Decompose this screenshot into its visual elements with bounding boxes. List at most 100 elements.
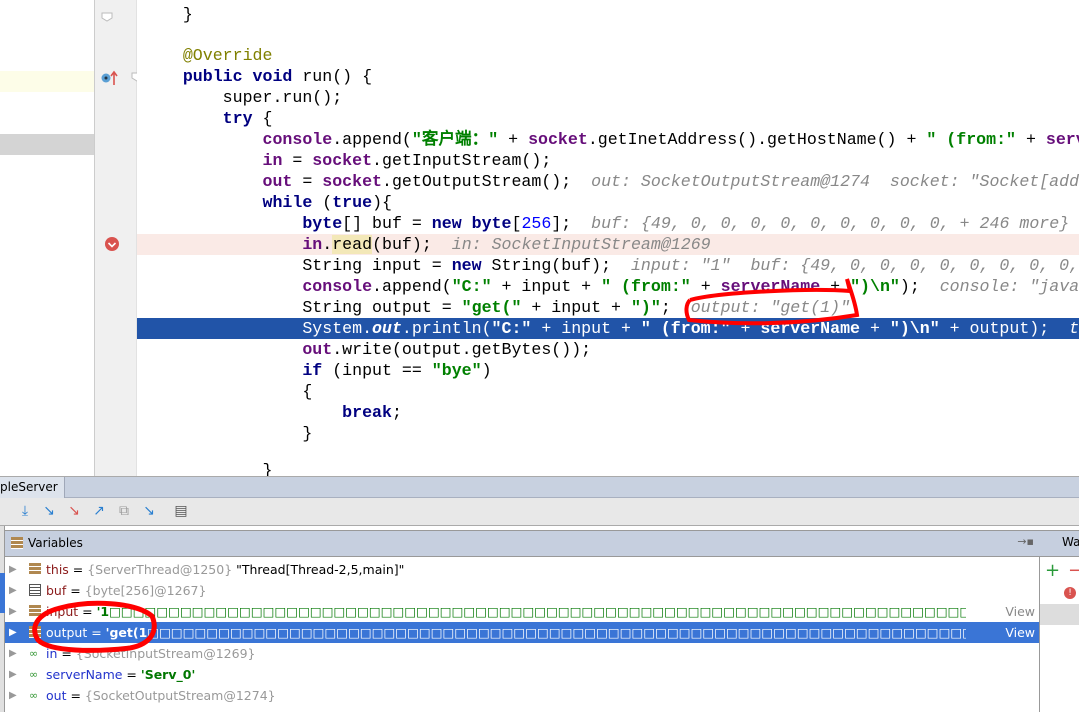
code-line[interactable]: out = socket.getOutputStream(); out: Soc…	[137, 171, 1079, 192]
fold-icon[interactable]	[101, 12, 113, 22]
error-icon: !	[1064, 587, 1076, 599]
code-line[interactable]: {	[137, 381, 1079, 402]
editor-gutter[interactable]	[95, 0, 143, 476]
drop-frame-icon[interactable]: ⧉	[115, 502, 133, 520]
code-line[interactable]: if (input == "bye")	[137, 360, 1079, 381]
code-token: serverName	[760, 319, 861, 338]
variable-value: "Thread[Thread-2,5,main]"	[232, 562, 405, 577]
code-token: out	[262, 172, 293, 191]
variable-row-this[interactable]: ▶ this = {ServerThread@1250} "Thread[Thre…	[5, 559, 1039, 580]
code-line[interactable]: }	[137, 423, 1079, 444]
inline-debug-value: out: SocketOutputStream@1274 socket: "So…	[591, 172, 1079, 191]
variables-list[interactable]: ▶ this = {ServerThread@1250} "Thread[Thre…	[5, 557, 1040, 712]
code-token: .println(	[401, 319, 492, 338]
field-icon	[29, 626, 41, 638]
evaluate-expression-icon[interactable]: ▤	[172, 502, 190, 520]
code-token: .append(	[332, 130, 412, 149]
expand-arrow-icon[interactable]: ▶	[9, 622, 17, 643]
step-into-icon[interactable]: ↘	[40, 502, 58, 520]
variable-row-in[interactable]: ▶ ∞ in = {SocketInputStream@1269}	[5, 643, 1039, 664]
code-token: ];	[551, 214, 592, 233]
code-token: while	[262, 193, 323, 212]
code-token: " (from:"	[926, 130, 1017, 149]
code-line[interactable]: console.append("C:" + input + " (from:" …	[137, 276, 1079, 297]
code-token: .run();	[272, 88, 343, 107]
code-line[interactable]: in = socket.getInputStream();	[137, 150, 1079, 171]
code-line[interactable]: }	[137, 460, 1079, 476]
inline-debug-value: output: "get(1)"	[690, 298, 851, 317]
code-token: serverName	[1045, 130, 1079, 149]
expand-arrow-icon[interactable]: ▶	[9, 580, 17, 601]
code-line[interactable]: public void run() {	[137, 66, 1079, 87]
variable-row-output[interactable]: ▶ output = 'get(1□□□□□□□□□□□□□□□□□□□□□□□□…	[5, 622, 1039, 643]
code-token: in	[302, 235, 323, 254]
project-tree[interactable]	[0, 0, 95, 476]
breakpoint-line[interactable]: in.read(buf); in: SocketInputStream@1269	[137, 234, 1079, 255]
code-token: (buf);	[372, 235, 452, 254]
variables-header: Variables →▪	[5, 530, 1040, 557]
code-token: " (from:"	[640, 319, 731, 338]
expand-arrow-icon[interactable]: ▶	[9, 601, 17, 622]
run-to-cursor-icon[interactable]: ↘	[140, 502, 158, 520]
code-token: + input +	[521, 298, 631, 317]
variable-row-out[interactable]: ▶ ∞ out = {SocketOutputStream@1274}	[5, 685, 1039, 706]
variable-reference: {ServerThread@1250}	[87, 562, 233, 577]
tree-row-highlight[interactable]	[0, 71, 94, 92]
expand-arrow-icon[interactable]: ▶	[9, 643, 17, 664]
debug-session-tab[interactable]: pleServer	[0, 477, 65, 498]
code-line[interactable]: byte[] buf = new byte[256]; buf: {49, 0,…	[137, 213, 1079, 234]
variable-value: 'Serv_0'	[140, 667, 196, 682]
code-line[interactable]: console.append("客户端：" + socket.getInetAd…	[137, 129, 1079, 150]
code-line[interactable]: break;	[137, 402, 1079, 423]
watch-variable-icon: ∞	[29, 647, 39, 660]
code-line[interactable]: String output = "get(" + input + ")"; ou…	[137, 297, 1079, 318]
debug-tab-bar: pleServer	[0, 476, 1079, 498]
code-line[interactable]: }	[137, 4, 1079, 25]
code-line[interactable]: @Override	[137, 45, 1079, 66]
code-token: }	[143, 424, 313, 443]
variable-row-input[interactable]: ▶ input = '1□□□□□□□□□□□□□□□□□□□□□□□□□□□□□…	[5, 601, 1039, 622]
watches-header: Watches	[1040, 530, 1079, 557]
code-line[interactable]: String input = new String(buf); input: "…	[137, 255, 1079, 276]
remove-watch-icon[interactable]: −	[1068, 560, 1079, 581]
variable-name: in	[46, 646, 58, 661]
force-step-into-icon[interactable]: ↘	[65, 502, 83, 520]
variable-equals: =	[68, 562, 88, 577]
current-execution-line[interactable]: System.out.println("C:" + input + " (fro…	[137, 318, 1079, 339]
watch-row[interactable]	[1040, 604, 1079, 625]
code-token: @Override	[182, 46, 273, 65]
expand-arrow-icon[interactable]: ▶	[9, 664, 17, 685]
code-token: + input +	[531, 319, 641, 338]
code-line[interactable]: super.run();	[137, 87, 1079, 108]
code-token: new	[451, 256, 492, 275]
tree-row-selected[interactable]	[0, 134, 94, 155]
code-line[interactable]: try {	[137, 108, 1079, 129]
code-token: console	[262, 130, 333, 149]
watches-title: Watches	[1062, 535, 1079, 549]
code-token: +	[498, 130, 529, 149]
code-line[interactable]: out.write(output.getBytes());	[137, 339, 1079, 360]
step-out-icon[interactable]: ↗	[90, 502, 108, 520]
override-method-icon[interactable]	[101, 70, 125, 86]
variable-equals: =	[78, 604, 97, 619]
code-token: ){	[372, 193, 392, 212]
view-link[interactable]: View	[1005, 622, 1035, 643]
code-token: )	[481, 361, 492, 380]
code-editor[interactable]: } @Override public void run() { super.ru…	[137, 0, 1079, 476]
breakpoint-icon[interactable]	[104, 236, 120, 252]
pin-icon[interactable]: →▪	[1017, 535, 1034, 548]
variable-row-serverName[interactable]: ▶ ∞ serverName = 'Serv_0'	[5, 664, 1039, 685]
expand-arrow-icon[interactable]: ▶	[9, 559, 17, 580]
variable-row-buf[interactable]: ▶ buf = {byte[256]@1267}	[5, 580, 1039, 601]
step-over-icon[interactable]: ⤓	[16, 502, 34, 520]
variables-icon	[11, 537, 23, 549]
view-link[interactable]: View	[1005, 601, 1035, 622]
add-watch-icon[interactable]: +	[1045, 560, 1060, 581]
code-token: console	[302, 277, 373, 296]
expand-arrow-icon[interactable]: ▶	[9, 685, 17, 706]
code-line[interactable]: while (true){	[137, 192, 1079, 213]
code-line[interactable]	[137, 24, 1079, 45]
